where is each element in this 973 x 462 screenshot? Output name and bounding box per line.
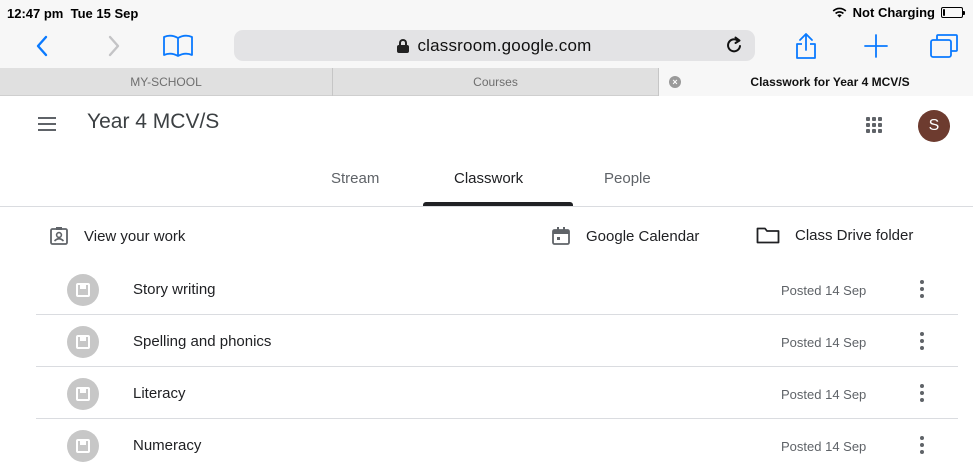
google-apps-icon[interactable]	[864, 115, 884, 135]
back-button[interactable]	[30, 29, 54, 63]
status-clock: 12:47 pm	[7, 6, 64, 21]
browser-tab-courses[interactable]: Courses	[333, 68, 659, 96]
page-title: Year 4 MCV/S	[87, 110, 220, 133]
chevron-left-icon	[36, 35, 48, 57]
topic-title: Spelling and phonics	[133, 333, 272, 350]
class-tabs: Stream Classwork People	[0, 154, 973, 207]
url-text: classroom.google.com	[417, 35, 592, 55]
google-calendar-button[interactable]: Google Calendar	[551, 226, 699, 246]
more-options-icon[interactable]	[920, 280, 924, 298]
list-item[interactable]: Spelling and phonics Posted 14 Sep	[36, 315, 958, 367]
more-options-icon[interactable]	[920, 384, 924, 402]
address-bar[interactable]: classroom.google.com	[234, 30, 755, 61]
classwork-actions: View your work Google Calendar Class Dri…	[0, 208, 973, 263]
view-your-work-button[interactable]: View your work	[49, 226, 185, 246]
assignment-ind-icon	[50, 227, 68, 245]
browser-tab-label: Classwork for Year 4 MCV/S	[750, 75, 910, 89]
class-drive-folder-button[interactable]: Class Drive folder	[756, 226, 913, 244]
list-item[interactable]: Story writing Posted 14 Sep	[36, 263, 958, 315]
browser-toolbar: classroom.google.com	[0, 26, 973, 68]
topic-title: Numeracy	[133, 437, 202, 454]
posted-date: Posted 14 Sep	[781, 335, 867, 350]
view-your-work-label: View your work	[84, 227, 186, 245]
class-drive-folder-label: Class Drive folder	[795, 226, 914, 244]
browser-tab-label: Courses	[473, 75, 518, 89]
avatar[interactable]: S	[918, 110, 950, 142]
topic-title: Story writing	[133, 281, 216, 298]
charging-status: Not Charging	[852, 5, 935, 20]
battery-icon	[941, 7, 965, 18]
book-icon	[163, 34, 193, 57]
topic-icon	[67, 326, 99, 358]
reload-button[interactable]	[726, 36, 743, 59]
browser-tab-classwork[interactable]: × Classwork for Year 4 MCV/S	[659, 68, 973, 96]
plus-icon	[864, 34, 888, 58]
topic-icon	[67, 430, 99, 462]
share-icon	[796, 33, 816, 59]
bookmarks-button[interactable]	[160, 29, 196, 63]
more-options-icon[interactable]	[920, 332, 924, 350]
tab-classwork[interactable]: Classwork	[454, 170, 523, 187]
wifi-icon	[832, 7, 847, 18]
topic-icon	[67, 274, 99, 306]
list-item[interactable]: Literacy Posted 14 Sep	[36, 367, 958, 419]
browser-tab-label: MY-SCHOOL	[130, 75, 202, 89]
hamburger-menu-icon[interactable]	[38, 117, 56, 131]
more-options-icon[interactable]	[920, 436, 924, 454]
status-indicators: Not Charging	[832, 5, 965, 20]
tabs-icon	[930, 34, 958, 58]
tab-people[interactable]: People	[604, 170, 651, 187]
share-button[interactable]	[793, 29, 819, 63]
posted-date: Posted 14 Sep	[781, 387, 867, 402]
reload-icon	[727, 36, 741, 53]
avatar-letter: S	[928, 117, 940, 134]
classroom-header: Year 4 MCV/S S	[0, 96, 973, 154]
list-item[interactable]: Numeracy Posted 14 Sep	[36, 419, 958, 462]
topic-icon	[67, 378, 99, 410]
posted-date: Posted 14 Sep	[781, 439, 867, 454]
tab-label: Classwork	[454, 170, 524, 187]
battery-level	[943, 9, 945, 16]
new-tab-button[interactable]	[862, 29, 890, 63]
active-tab-indicator	[423, 202, 573, 206]
topic-title: Literacy	[133, 385, 186, 402]
status-time: 12:47 pm Tue 15 Sep	[7, 6, 138, 21]
tabs-overview-button[interactable]	[928, 29, 960, 63]
tab-label: Stream	[331, 170, 380, 187]
browser-tab-strip: MY-SCHOOL Courses × Classwork for Year 4…	[0, 68, 973, 96]
forward-button[interactable]	[102, 29, 126, 63]
topic-list: Story writing Posted 14 Sep Spelling and…	[36, 263, 958, 462]
close-tab-icon[interactable]: ×	[669, 76, 681, 88]
status-bar: 12:47 pm Tue 15 Sep Not Charging	[0, 0, 973, 26]
status-date: Tue 15 Sep	[70, 6, 139, 21]
calendar-icon	[552, 227, 570, 245]
tab-label: People	[604, 170, 651, 187]
browser-tab-my-school[interactable]: MY-SCHOOL	[0, 68, 333, 96]
tab-stream[interactable]: Stream	[331, 170, 379, 187]
chevron-right-icon	[108, 35, 120, 57]
posted-date: Posted 14 Sep	[781, 283, 867, 298]
google-calendar-label: Google Calendar	[586, 227, 700, 245]
lock-icon	[397, 38, 410, 53]
folder-icon	[756, 227, 780, 244]
